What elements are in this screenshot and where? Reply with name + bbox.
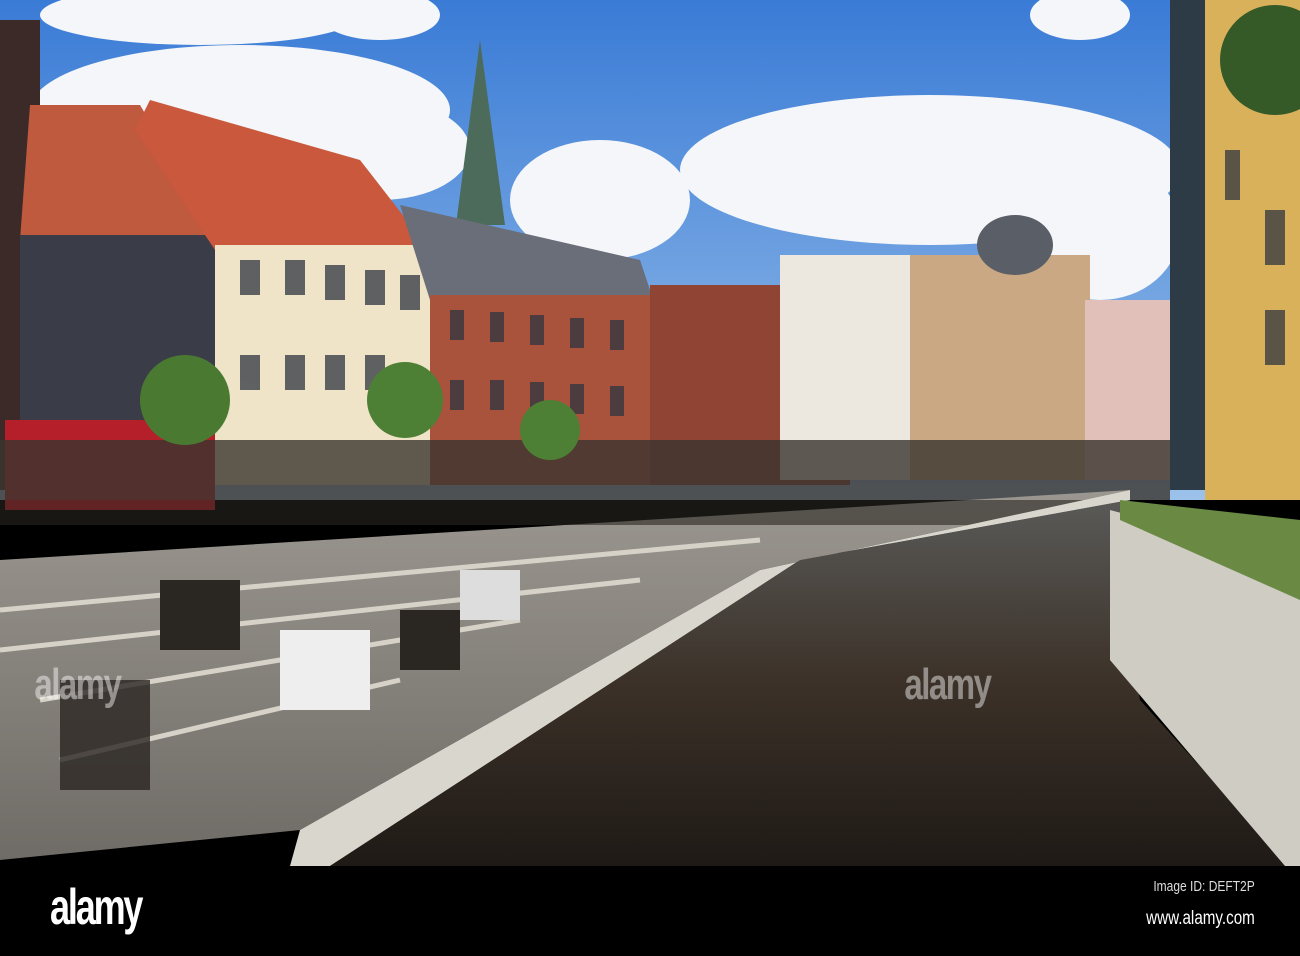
- image-id: Image ID: DEFT2P: [1153, 878, 1255, 895]
- footer-bar: alamy Image ID: DEFT2P www.alamy.com: [0, 866, 1300, 956]
- watermark-text: alamy: [34, 660, 122, 709]
- glass-building: [1170, 0, 1210, 490]
- tree: [367, 362, 443, 438]
- website-link[interactable]: www.alamy.com: [1146, 908, 1255, 930]
- tree: [140, 355, 230, 445]
- tree: [520, 400, 580, 460]
- dome: [977, 215, 1053, 275]
- stock-photo: alamy alamy alamy Image ID: DEFT2P www.a…: [0, 0, 1300, 956]
- watermark-text: alamy: [904, 660, 992, 709]
- canal-street-photo: [0, 0, 1300, 866]
- alamy-logo: alamy: [50, 879, 143, 935]
- street-level: [0, 440, 1170, 500]
